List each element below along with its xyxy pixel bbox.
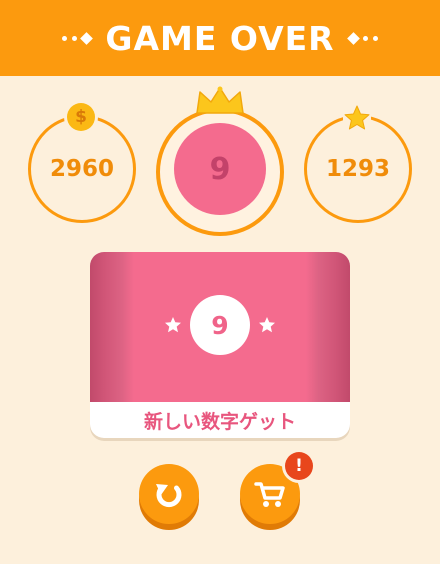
best-number-circle: 9 [174,123,266,215]
replay-button[interactable] [139,464,199,524]
cart-icon [254,482,285,507]
header-bar: GAME OVER [0,0,440,76]
header-decoration-right [346,31,378,45]
shop-alert-badge: ! [285,452,313,480]
coin-icon: $ [67,103,95,131]
replay-icon [156,484,182,508]
star-left-icon [165,317,181,333]
star-icon [343,104,371,132]
header-decoration-left [62,31,94,45]
game-over-title: GAME OVER [105,18,335,58]
new-number-card: 9 新しい数字ゲット [90,252,350,438]
new-number-circle: 9 [190,295,250,355]
coins-counter: 2960 [28,115,136,223]
star-right-icon [259,317,275,333]
coins-value: 2960 [49,156,114,182]
new-number-value: 9 [211,310,229,340]
stars-value: 1293 [325,156,390,182]
crown-icon [196,86,244,114]
new-number-label: 新しい数字ゲット [143,410,296,433]
best-number-value: 9 [209,151,231,187]
